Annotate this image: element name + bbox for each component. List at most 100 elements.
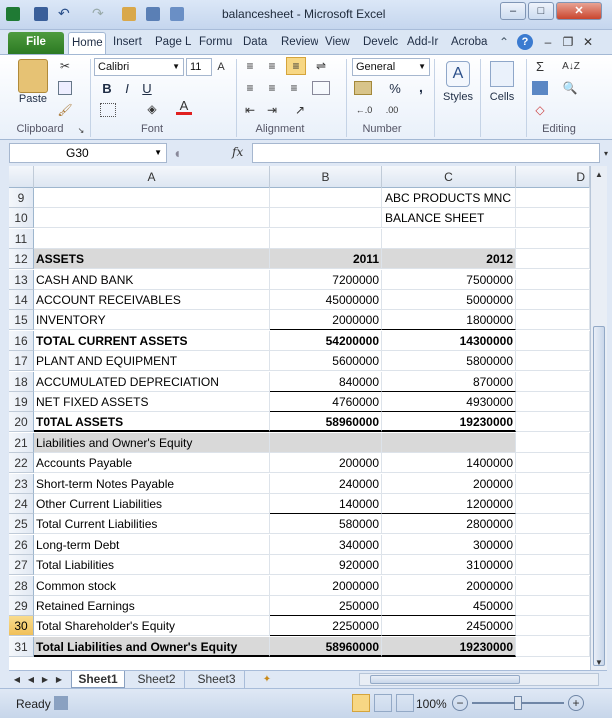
borders-icon[interactable] <box>100 103 116 117</box>
tab-home[interactable]: Home <box>68 32 106 54</box>
cell-d11[interactable] <box>516 228 590 249</box>
decrease-decimal-icon[interactable]: .00 <box>382 103 402 117</box>
paste-button[interactable]: Paste <box>16 93 50 105</box>
styles-icon[interactable]: A <box>446 61 470 87</box>
cell-b24[interactable]: 140000 <box>270 494 382 514</box>
insert-sheet-icon[interactable]: ✦ <box>259 672 275 686</box>
align-left-icon[interactable]: ≡ <box>242 81 258 95</box>
fill-icon[interactable] <box>532 81 548 95</box>
column-header-d[interactable]: D <box>516 166 590 188</box>
paste-icon[interactable] <box>18 59 48 93</box>
zoom-in-icon[interactable]: + <box>568 695 584 711</box>
maximize-button[interactable]: □ <box>528 2 554 20</box>
number-format-combo[interactable]: General ▼ <box>352 58 430 76</box>
align-center-icon[interactable]: ≡ <box>264 81 280 95</box>
cell-c14[interactable]: 5000000 <box>382 290 516 310</box>
cell-d25[interactable] <box>516 514 590 535</box>
cell-b26[interactable]: 340000 <box>270 534 382 555</box>
cell-d30[interactable] <box>516 616 590 637</box>
cell-b15[interactable]: 2000000 <box>270 310 382 331</box>
cell-d16[interactable] <box>516 330 590 351</box>
cell-b16[interactable]: 54200000 <box>270 330 382 351</box>
row-header[interactable]: 29 <box>9 596 34 616</box>
redo-icon[interactable]: ↷ <box>92 6 106 21</box>
cell-b25[interactable]: 580000 <box>270 514 382 535</box>
clear-icon[interactable]: ◇ <box>532 103 548 117</box>
ribbon-minimize-icon[interactable]: ⌃ <box>496 34 512 50</box>
cell-a18[interactable]: ACCUMULATED DEPRECIATION <box>34 371 270 392</box>
cut-icon[interactable]: ✂ <box>58 59 72 73</box>
workbook-close-icon[interactable]: ✕ <box>580 34 596 50</box>
column-header-c[interactable]: C <box>382 166 516 188</box>
row-header[interactable]: 13 <box>9 269 34 290</box>
cell-b11[interactable] <box>270 228 382 249</box>
tab-acrobat[interactable]: Acroba <box>448 32 488 54</box>
cell-d24[interactable] <box>516 494 590 514</box>
cell-a31[interactable]: Total Liabilities and Owner's Equity <box>34 636 270 657</box>
workbook-minimize-icon[interactable]: – <box>540 34 556 50</box>
merge-center-icon[interactable] <box>312 81 330 95</box>
first-sheet-icon[interactable]: ◀ <box>11 673 23 685</box>
increase-decimal-icon[interactable]: ←.0 <box>354 103 374 117</box>
tab-data[interactable]: Data <box>240 32 274 54</box>
cell-b19[interactable]: 4760000 <box>270 392 382 412</box>
cell-d9[interactable] <box>516 188 590 208</box>
cell-c30[interactable]: 2450000 <box>382 616 516 637</box>
cell-b14[interactable]: 45000000 <box>270 290 382 310</box>
formula-expand-icon[interactable]: ▾ <box>602 146 610 160</box>
cell-b23[interactable]: 240000 <box>270 473 382 494</box>
cell-a27[interactable]: Total Liabilities <box>34 555 270 576</box>
cell-c12[interactable]: 2012 <box>382 249 516 270</box>
row-header[interactable]: 10 <box>9 208 34 229</box>
cell-c25[interactable]: 2800000 <box>382 514 516 535</box>
tab-add-ins[interactable]: Add-Ir <box>404 32 444 54</box>
currency-icon[interactable] <box>354 81 372 95</box>
cell-a29[interactable]: Retained Earnings <box>34 596 270 616</box>
macro-record-icon[interactable] <box>54 696 68 710</box>
cell-d13[interactable] <box>516 269 590 290</box>
styles-button[interactable]: Styles <box>438 91 478 103</box>
scroll-down-icon[interactable]: ▼ <box>592 654 606 670</box>
font-size-combo[interactable]: 11 <box>186 58 212 76</box>
cell-a30[interactable]: Total Shareholder's Equity <box>34 616 270 637</box>
italic-button[interactable]: I <box>120 81 134 96</box>
cell-b9[interactable] <box>270 188 382 208</box>
row-header[interactable]: 11 <box>9 228 34 249</box>
cell-b12[interactable]: 2011 <box>270 249 382 270</box>
row-header[interactable]: 9 <box>9 188 34 208</box>
cell-d22[interactable] <box>516 453 590 474</box>
formula-input[interactable] <box>252 143 600 163</box>
workbook-restore-icon[interactable]: ❐ <box>560 34 576 50</box>
minimize-button[interactable]: – <box>500 2 526 20</box>
save-icon[interactable] <box>34 7 48 21</box>
copy-icon[interactable] <box>58 81 72 95</box>
cell-a17[interactable]: PLANT AND EQUIPMENT <box>34 351 270 372</box>
cell-a28[interactable]: Common stock <box>34 575 270 596</box>
underline-button[interactable]: U <box>140 81 154 96</box>
cell-b17[interactable]: 5600000 <box>270 351 382 372</box>
cell-d29[interactable] <box>516 596 590 616</box>
scroll-thumb[interactable] <box>593 326 605 666</box>
cell-c23[interactable]: 200000 <box>382 473 516 494</box>
cell-a19[interactable]: NET FIXED ASSETS <box>34 392 270 412</box>
find-select-icon[interactable]: 🔍 <box>562 81 578 95</box>
row-header[interactable]: 14 <box>9 290 34 310</box>
cell-b18[interactable]: 840000 <box>270 371 382 392</box>
row-header[interactable]: 20 <box>9 412 34 433</box>
cell-d12[interactable] <box>516 249 590 270</box>
cell-b29[interactable]: 250000 <box>270 596 382 616</box>
sheet-tab-sheet3[interactable]: Sheet3 <box>189 671 245 688</box>
cell-d23[interactable] <box>516 473 590 494</box>
cell-b30[interactable]: 2250000 <box>270 616 382 637</box>
grow-font-icon[interactable]: A <box>214 60 228 74</box>
dialog-launcher-icon[interactable]: ↘ <box>76 125 86 135</box>
cell-d28[interactable] <box>516 575 590 596</box>
row-header[interactable]: 18 <box>9 371 34 392</box>
cell-a14[interactable]: ACCOUNT RECEIVABLES <box>34 290 270 310</box>
orientation-icon[interactable]: ↗ <box>292 103 308 117</box>
cell-c31[interactable]: 19230000 <box>382 636 516 657</box>
tab-developer[interactable]: Develc <box>360 32 400 54</box>
cell-b20[interactable]: 58960000 <box>270 412 382 433</box>
cell-b10[interactable] <box>270 208 382 229</box>
align-top-icon[interactable]: ≡ <box>242 59 258 73</box>
